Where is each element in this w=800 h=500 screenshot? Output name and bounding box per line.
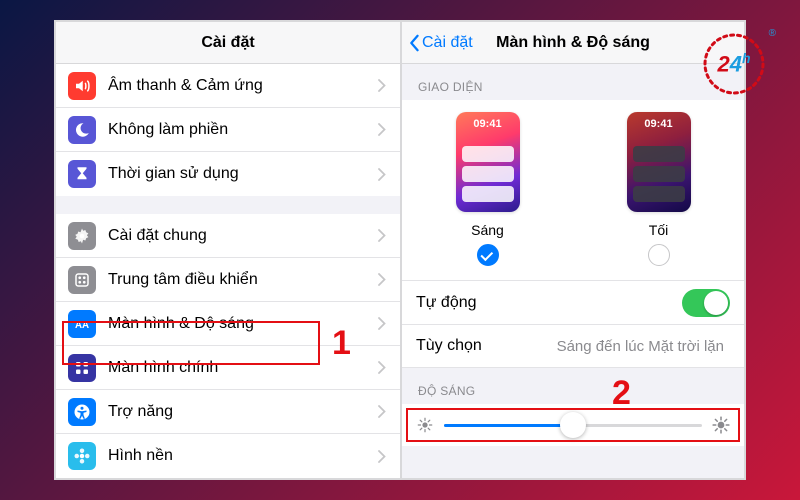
settings-row-label: Trung tâm điều khiển	[108, 271, 378, 289]
options-row[interactable]: Tùy chọn Sáng đến lúc Mặt trời lặn	[402, 324, 744, 368]
section-header-appearance: GIAO DIỆN	[402, 64, 744, 100]
mode-label: Tối	[649, 222, 668, 238]
settings-row[interactable]: Trung tâm điều khiển	[56, 258, 400, 302]
settings-row-label: Cài đặt chung	[108, 227, 378, 245]
appearance-dark[interactable]: 09:41 Tối	[599, 112, 719, 266]
settings-row[interactable]: Thời gian sử dụng	[56, 152, 400, 196]
settings-row-label: Trợ năng	[108, 403, 378, 421]
nav-bar: Cài đặt	[56, 22, 400, 64]
options-value: Sáng đến lúc Mặt trời lặn	[557, 338, 724, 355]
mode-radio[interactable]	[648, 244, 670, 266]
wallpaper-preview: 09:41	[627, 112, 691, 212]
watermark-24h: 24h ®	[702, 32, 766, 96]
settings-row-label: Màn hình chính	[108, 359, 378, 377]
automatic-label: Tự động	[416, 294, 682, 312]
nav-bar: Cài đặt Màn hình & Độ sáng	[402, 22, 744, 64]
sun-high-icon	[712, 416, 730, 434]
svg-text:AA: AA	[75, 319, 89, 330]
chevron-right-icon	[378, 79, 386, 92]
page-title: Màn hình & Độ sáng	[496, 34, 650, 52]
page-title: Cài đặt	[201, 34, 254, 52]
automatic-switch[interactable]	[682, 289, 730, 317]
settings-row[interactable]: Không làm phiền	[56, 108, 400, 152]
gear-icon	[68, 222, 96, 250]
appearance-picker: 09:41 Sáng 09:41 Tối	[402, 100, 744, 280]
settings-row-label: Hình nền	[108, 447, 378, 465]
clock-label: 09:41	[456, 118, 520, 130]
settings-screen: Cài đặt Âm thanh & Cảm ứng Không làm phi…	[54, 20, 400, 480]
chevron-right-icon	[378, 405, 386, 418]
settings-row-label: Màn hình & Độ sáng	[108, 315, 378, 333]
chevron-right-icon	[378, 361, 386, 374]
chevron-right-icon	[378, 450, 386, 463]
automatic-row[interactable]: Tự động	[402, 280, 744, 324]
section-header-brightness: ĐỘ SÁNG	[402, 368, 744, 404]
sound-icon	[68, 72, 96, 100]
settings-row[interactable]: Cài đặt chung	[56, 214, 400, 258]
sun-low-icon	[416, 416, 434, 434]
chevron-right-icon	[378, 317, 386, 330]
chevron-right-icon	[378, 229, 386, 242]
display-brightness-screen: Cài đặt Màn hình & Độ sáng GIAO DIỆN 09:…	[400, 20, 746, 480]
settings-list: Âm thanh & Cảm ứng Không làm phiền Thời …	[56, 64, 400, 478]
mode-label: Sáng	[471, 222, 504, 238]
settings-row[interactable]: AA Màn hình & Độ sáng	[56, 302, 400, 346]
settings-row-label: Không làm phiền	[108, 121, 378, 139]
settings-row[interactable]: Trợ năng	[56, 390, 400, 434]
brightness-slider[interactable]	[444, 424, 702, 427]
back-button[interactable]: Cài đặt	[408, 34, 473, 52]
chevron-right-icon	[378, 273, 386, 286]
aa-icon: AA	[68, 310, 96, 338]
flower-icon	[68, 442, 96, 470]
mode-radio[interactable]	[477, 244, 499, 266]
settings-row[interactable]: Hình nền	[56, 434, 400, 478]
back-label: Cài đặt	[422, 34, 473, 52]
moon-icon	[68, 116, 96, 144]
wallpaper-preview: 09:41	[456, 112, 520, 212]
brightness-slider-row	[402, 404, 744, 446]
settings-row[interactable]: Màn hình chính	[56, 346, 400, 390]
clock-label: 09:41	[627, 118, 691, 130]
options-label: Tùy chọn	[416, 337, 557, 355]
control-icon	[68, 266, 96, 294]
settings-row-label: Âm thanh & Cảm ứng	[108, 77, 378, 95]
chevron-right-icon	[378, 168, 386, 181]
settings-row[interactable]: Âm thanh & Cảm ứng	[56, 64, 400, 108]
appearance-light[interactable]: 09:41 Sáng	[428, 112, 548, 266]
slider-knob[interactable]	[560, 412, 586, 438]
accessibility-icon	[68, 398, 96, 426]
grid-icon	[68, 354, 96, 382]
chevron-right-icon	[378, 123, 386, 136]
settings-row-label: Thời gian sử dụng	[108, 165, 378, 183]
hourglass-icon	[68, 160, 96, 188]
